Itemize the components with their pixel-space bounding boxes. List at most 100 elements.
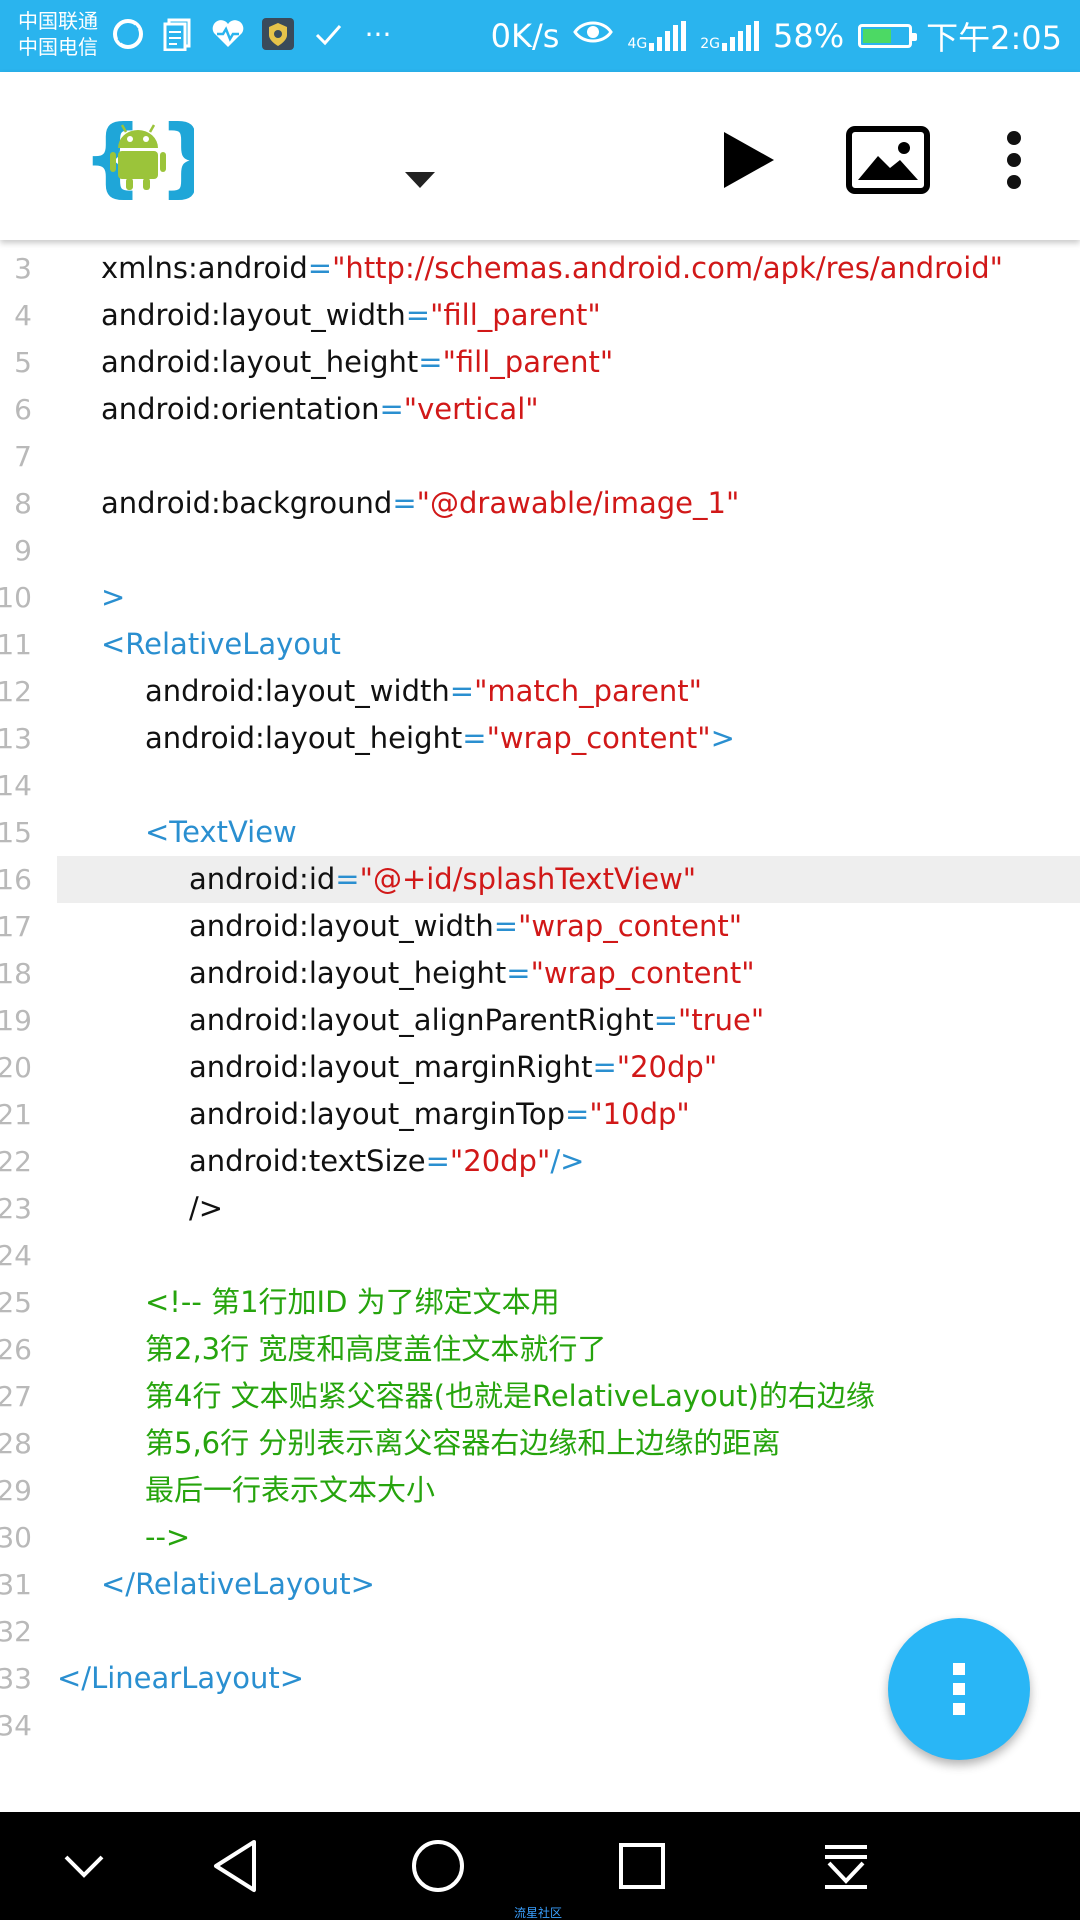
code-token-str: "vertical" (403, 392, 539, 426)
code-token-eq: = (418, 345, 443, 379)
code-line[interactable]: 第2,3行 宽度和高度盖住文本就行了 (145, 1326, 606, 1373)
image-icon[interactable] (840, 112, 936, 208)
line-number: 34 (0, 1709, 32, 1742)
android-braces-logo-icon[interactable]: { } (82, 107, 219, 207)
code-line[interactable]: 第4行 文本贴紧父容器(也就是RelativeLayout)的右边缘 (145, 1373, 875, 1420)
code-token-eq: = (592, 1050, 617, 1084)
code-line[interactable]: 最后一行表示文本大小 (145, 1467, 435, 1514)
code-token-str: "wrap_content" (518, 909, 743, 943)
document-icon (160, 16, 196, 52)
code-line[interactable]: android:layout_height="wrap_content"> (145, 715, 735, 762)
code-token-tag: /> (550, 1144, 585, 1178)
code-token-plain: android:layout_width (101, 298, 406, 332)
code-token-eq: = (392, 486, 417, 520)
code-line[interactable]: android:background="@drawable/image_1" (101, 480, 739, 527)
code-token-str: "true" (678, 1003, 765, 1037)
code-token-plain: android:orientation (101, 392, 380, 426)
file-dropdown-arrow-icon[interactable] (405, 172, 435, 188)
code-token-eq: = (493, 909, 519, 943)
code-line[interactable]: > (101, 574, 125, 621)
check-icon (310, 16, 346, 52)
line-number: 25 (0, 1286, 32, 1319)
line-number: 7 (14, 440, 32, 473)
code-editor[interactable]: 2<LinearLayout3xmlns:android="http://sch… (0, 222, 1080, 1812)
code-token-str: "@drawable/image_1" (416, 486, 740, 520)
line-number: 19 (0, 1004, 32, 1037)
code-token-eq: = (379, 392, 404, 426)
code-token-str: "match_parent" (474, 674, 703, 708)
notification-pull-icon[interactable] (806, 1826, 886, 1906)
code-line[interactable]: /> (189, 1185, 223, 1232)
health-icon (210, 16, 246, 52)
more-notifications-icon: ··· (364, 17, 392, 51)
more-vert-icon (953, 1663, 965, 1715)
code-token-plain: android:layout_height (189, 956, 507, 990)
line-number: 31 (0, 1568, 32, 1601)
code-line[interactable]: android:textSize="20dp"/> (189, 1138, 584, 1185)
code-line[interactable]: android:layout_height="fill_parent" (101, 339, 613, 386)
back-icon[interactable] (195, 1826, 275, 1906)
code-token-eq: = (653, 1003, 678, 1037)
carrier-2: 中国电信 (18, 35, 98, 59)
code-token-plain: xmlns:android (101, 251, 308, 285)
code-line[interactable]: --> (145, 1514, 190, 1561)
code-line[interactable]: android:layout_marginTop="10dp" (189, 1091, 690, 1138)
collapse-icon[interactable] (44, 1826, 124, 1906)
line-number: 18 (0, 957, 32, 990)
line-number: 12 (0, 675, 32, 708)
code-line[interactable]: <!-- 第1行加ID 为了绑定文本用 (145, 1279, 560, 1326)
code-token-str: "20dp" (616, 1050, 718, 1084)
code-token-tag: > (710, 721, 735, 755)
signal-bars-icon (722, 21, 759, 51)
app-toolbar: { } (0, 72, 1080, 240)
code-line[interactable]: <RelativeLayout (101, 621, 341, 668)
run-play-icon[interactable] (700, 112, 796, 208)
carrier-info: 中国联通 中国电信 (18, 8, 98, 60)
code-line[interactable]: <TextView (145, 809, 297, 856)
battery-icon (858, 24, 918, 48)
fab-more-button[interactable] (888, 1618, 1030, 1760)
code-token-eq: = (307, 251, 333, 285)
line-number: 21 (0, 1098, 32, 1131)
code-line[interactable]: xmlns:android="http://schemas.android.co… (101, 245, 1003, 292)
code-line[interactable]: android:layout_marginRight="20dp" (189, 1044, 717, 1091)
code-line[interactable]: </RelativeLayout> (101, 1561, 375, 1608)
line-number: 13 (0, 722, 32, 755)
status-right: 0K/s 4G 2G 58% 下午2:05 (491, 0, 1062, 72)
code-token-tag: </RelativeLayout> (101, 1567, 375, 1601)
home-icon[interactable] (398, 1826, 478, 1906)
code-line[interactable]: android:id="@+id/splashTextView" (189, 856, 696, 903)
code-line[interactable]: android:orientation="vertical" (101, 386, 539, 433)
code-token-str: "@+id/splashTextView" (359, 862, 697, 896)
code-token-str: "wrap_content" (530, 956, 755, 990)
line-number: 29 (0, 1474, 32, 1507)
code-token-cmt: --> (145, 1520, 191, 1554)
code-token-cmt: <!-- 第1行加ID 为了绑定文本用 (145, 1285, 560, 1319)
code-line[interactable]: 第5,6行 分别表示离父容器右边缘和上边缘的距离 (145, 1420, 780, 1467)
line-number: 5 (14, 346, 32, 379)
code-token-tag: <RelativeLayout (101, 627, 341, 661)
watermark: 流星社区 (514, 1906, 563, 1920)
code-token-eq: = (506, 956, 531, 990)
code-token-eq: = (565, 1097, 590, 1131)
code-token-plain: android:layout_height (145, 721, 463, 755)
code-line[interactable]: android:layout_height="wrap_content" (189, 950, 755, 997)
signal-4g: 4G (627, 21, 687, 51)
code-line[interactable]: android:layout_width="wrap_content" (189, 903, 742, 950)
code-line[interactable]: </LinearLayout> (57, 1655, 304, 1702)
code-line[interactable]: android:layout_alignParentRight="true" (189, 997, 764, 1044)
code-line[interactable]: android:layout_width="fill_parent" (101, 292, 601, 339)
recents-icon[interactable] (602, 1826, 682, 1906)
line-number: 32 (0, 1615, 32, 1648)
carrier-1: 中国联通 (18, 9, 98, 33)
code-token-str: "fill_parent" (430, 298, 601, 332)
code-token-plain: android:layout_marginRight (189, 1050, 593, 1084)
signal-2g: 2G (700, 21, 759, 51)
code-line[interactable]: android:layout_width="match_parent" (145, 668, 702, 715)
line-number: 9 (14, 534, 32, 567)
line-number: 3 (14, 252, 32, 285)
more-vert-icon[interactable] (966, 112, 1062, 208)
line-number: 4 (14, 299, 32, 332)
line-number: 28 (0, 1427, 32, 1460)
browser-icon (110, 16, 146, 52)
